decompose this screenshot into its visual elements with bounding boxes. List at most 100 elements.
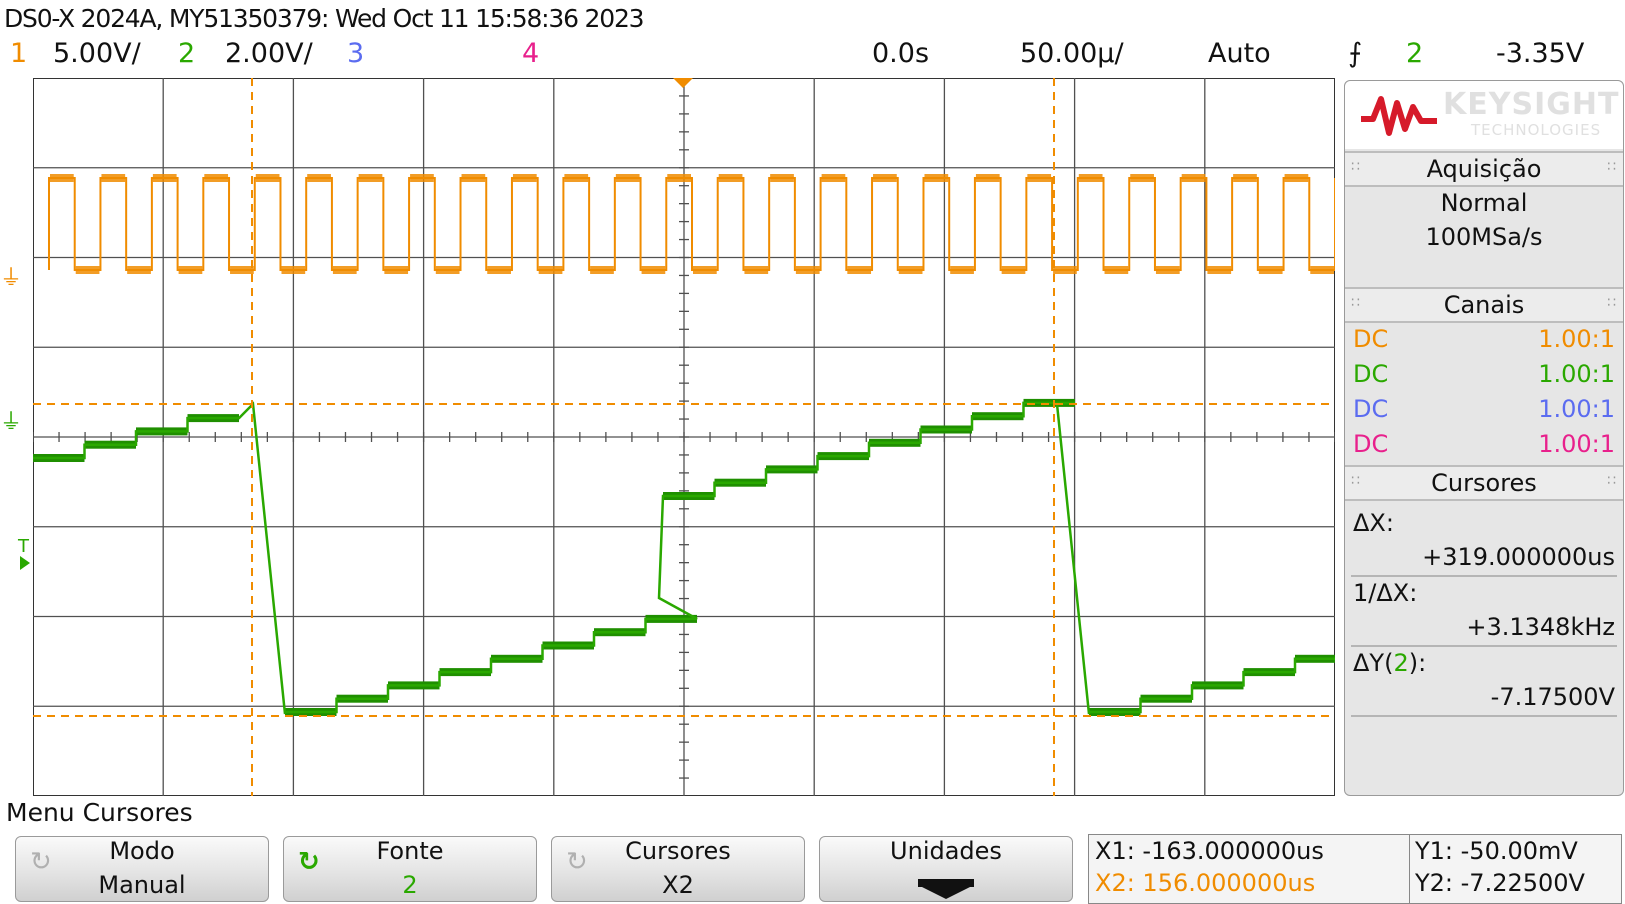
ch1-low-segment xyxy=(1155,266,1180,274)
inverse-delta-x-label: 1/ΔX: xyxy=(1353,579,1418,607)
cursors-softkey[interactable]: ↻ Cursores X2 xyxy=(551,836,805,902)
sample-rate: 100MSa/s xyxy=(1425,223,1543,251)
channels-title: Canais xyxy=(1443,291,1525,319)
x1-readout: X1: -163.000000us xyxy=(1095,837,1324,865)
ch1-low-segment xyxy=(384,266,409,274)
cursors-title: Cursores xyxy=(1431,469,1537,497)
ch1-low-segment xyxy=(435,266,460,274)
ch1-low-segment xyxy=(847,266,872,274)
units-softkey-label: Unidades xyxy=(890,837,1002,865)
ch1-high-segment xyxy=(718,174,743,182)
ch1-low-segment xyxy=(590,266,614,274)
ch1-low-segment xyxy=(538,266,563,274)
source-softkey-value: 2 xyxy=(402,871,418,899)
brand-name: KEYSIGHT xyxy=(1443,87,1620,122)
ch1-high-segment xyxy=(615,174,640,182)
ch1-high-segment xyxy=(358,174,383,182)
ch4-probe: 1.00:1 xyxy=(1538,430,1615,458)
ch2-ground-icon[interactable]: ⏚ xyxy=(0,404,22,436)
inverse-delta-x-value: +3.1348kHz xyxy=(1466,613,1615,641)
ch1-high-segment xyxy=(307,174,331,182)
submenu-arrow-head xyxy=(922,887,970,899)
ch2-scale[interactable]: 2.00V/ xyxy=(225,38,313,69)
cursors-section-header[interactable]: ∷ Cursores ∷ xyxy=(1345,465,1623,501)
ch1-high-segment xyxy=(667,174,691,182)
drag-grip-icon: ∷ xyxy=(1607,295,1617,311)
mode-softkey[interactable]: ↻ Modo Manual xyxy=(15,836,269,902)
ch4-number[interactable]: 4 xyxy=(522,38,539,69)
units-softkey[interactable]: Unidades xyxy=(819,836,1073,902)
trigger-level[interactable]: -3.35V xyxy=(1496,38,1584,69)
ch1-low-segment xyxy=(795,266,820,274)
instrument-title: DS0-X 2024A, MY51350379: Wed Oct 11 15:5… xyxy=(4,4,645,33)
y2-readout: Y2: -7.22500V xyxy=(1415,869,1585,897)
ch3-number[interactable]: 3 xyxy=(347,38,364,69)
source-softkey-label: Fonte xyxy=(376,837,444,865)
ch3-probe: 1.00:1 xyxy=(1538,395,1615,423)
mode-softkey-value: Manual xyxy=(98,871,186,899)
ch1-high-segment xyxy=(1233,174,1257,182)
readout-divider xyxy=(1409,835,1410,903)
channels-section-header[interactable]: ∷ Canais ∷ xyxy=(1345,287,1623,323)
delta-x-label: ΔX: xyxy=(1353,509,1394,537)
ch1-number[interactable]: 1 xyxy=(10,38,27,69)
ch1-low-segment xyxy=(1053,266,1077,274)
y1-readout: Y1: -50.00mV xyxy=(1415,837,1578,865)
submenu-arrow-icon xyxy=(918,879,974,887)
divider xyxy=(1351,575,1617,577)
ch1-high-segment xyxy=(975,174,1000,182)
trigger-source[interactable]: 2 xyxy=(1406,38,1423,69)
delta-x-value: +319.000000us xyxy=(1422,543,1615,571)
ch1-low-segment xyxy=(1258,266,1283,274)
cursors-softkey-value: X2 xyxy=(662,871,694,899)
ch2-coupling: DC xyxy=(1353,360,1389,388)
ch1-low-segment xyxy=(127,266,151,274)
ch1-probe: 1.00:1 xyxy=(1538,325,1615,353)
ch1-low-segment xyxy=(744,266,769,274)
trigger-mode[interactable]: Auto xyxy=(1208,38,1271,69)
delta-y-label: ΔY(2): xyxy=(1353,649,1426,677)
acquisition-section-header[interactable]: ∷ Aquisição ∷ xyxy=(1345,151,1623,187)
timebase-scale[interactable]: 50.00µ/ xyxy=(1020,38,1124,69)
ch1-low-segment xyxy=(281,266,306,274)
brand-subtitle: TECHNOLOGIES xyxy=(1471,121,1602,139)
ch1-high-segment xyxy=(1181,174,1206,182)
ch1-low-segment xyxy=(950,266,974,274)
waveform-display[interactable] xyxy=(33,78,1335,796)
ch1-high-segment xyxy=(512,174,537,182)
ch1-high-segment xyxy=(204,174,229,182)
delta-y-label-suffix: ): xyxy=(1408,649,1427,677)
ch1-low-segment xyxy=(898,266,923,274)
ch2-number[interactable]: 2 xyxy=(178,38,195,69)
trigger-slope-icon: ⨍ xyxy=(1348,38,1363,69)
delta-y-label-prefix: ΔY( xyxy=(1353,649,1394,677)
ch1-scale[interactable]: 5.00V/ xyxy=(53,38,141,69)
ch1-ground-icon[interactable]: ⏚ xyxy=(0,260,22,292)
ch1-low-segment xyxy=(641,266,666,274)
ch1-low-segment xyxy=(75,266,100,274)
ch1-high-segment xyxy=(873,174,897,182)
ch1-high-segment xyxy=(770,174,794,182)
ch4-coupling: DC xyxy=(1353,430,1389,458)
x2-readout: X2: 156.000000us xyxy=(1095,869,1316,897)
acquisition-title: Aquisição xyxy=(1426,155,1542,183)
ch1-high-segment xyxy=(924,174,949,182)
drag-grip-icon: ∷ xyxy=(1607,159,1617,175)
ch1-high-segment xyxy=(50,174,74,182)
delta-y-channel: 2 xyxy=(1393,649,1409,677)
ch1-high-segment xyxy=(461,174,486,182)
ch1-low-segment xyxy=(487,266,511,274)
ch1-high-segment xyxy=(152,174,177,182)
ch1-low-segment xyxy=(230,266,254,274)
brand-header: KEYSIGHT TECHNOLOGIES xyxy=(1345,81,1623,149)
source-softkey[interactable]: ↻ Fonte 2 xyxy=(283,836,537,902)
divider xyxy=(1351,645,1617,647)
ch1-low-segment xyxy=(332,266,357,274)
ch1-low-segment xyxy=(1104,266,1129,274)
ch3-coupling: DC xyxy=(1353,395,1389,423)
keysight-logo-icon xyxy=(1361,96,1437,136)
trigger-arrow-icon xyxy=(20,556,30,570)
trigger-level-marker[interactable]: T xyxy=(18,536,29,557)
ch1-high-segment xyxy=(410,174,434,182)
mode-softkey-label: Modo xyxy=(109,837,175,865)
